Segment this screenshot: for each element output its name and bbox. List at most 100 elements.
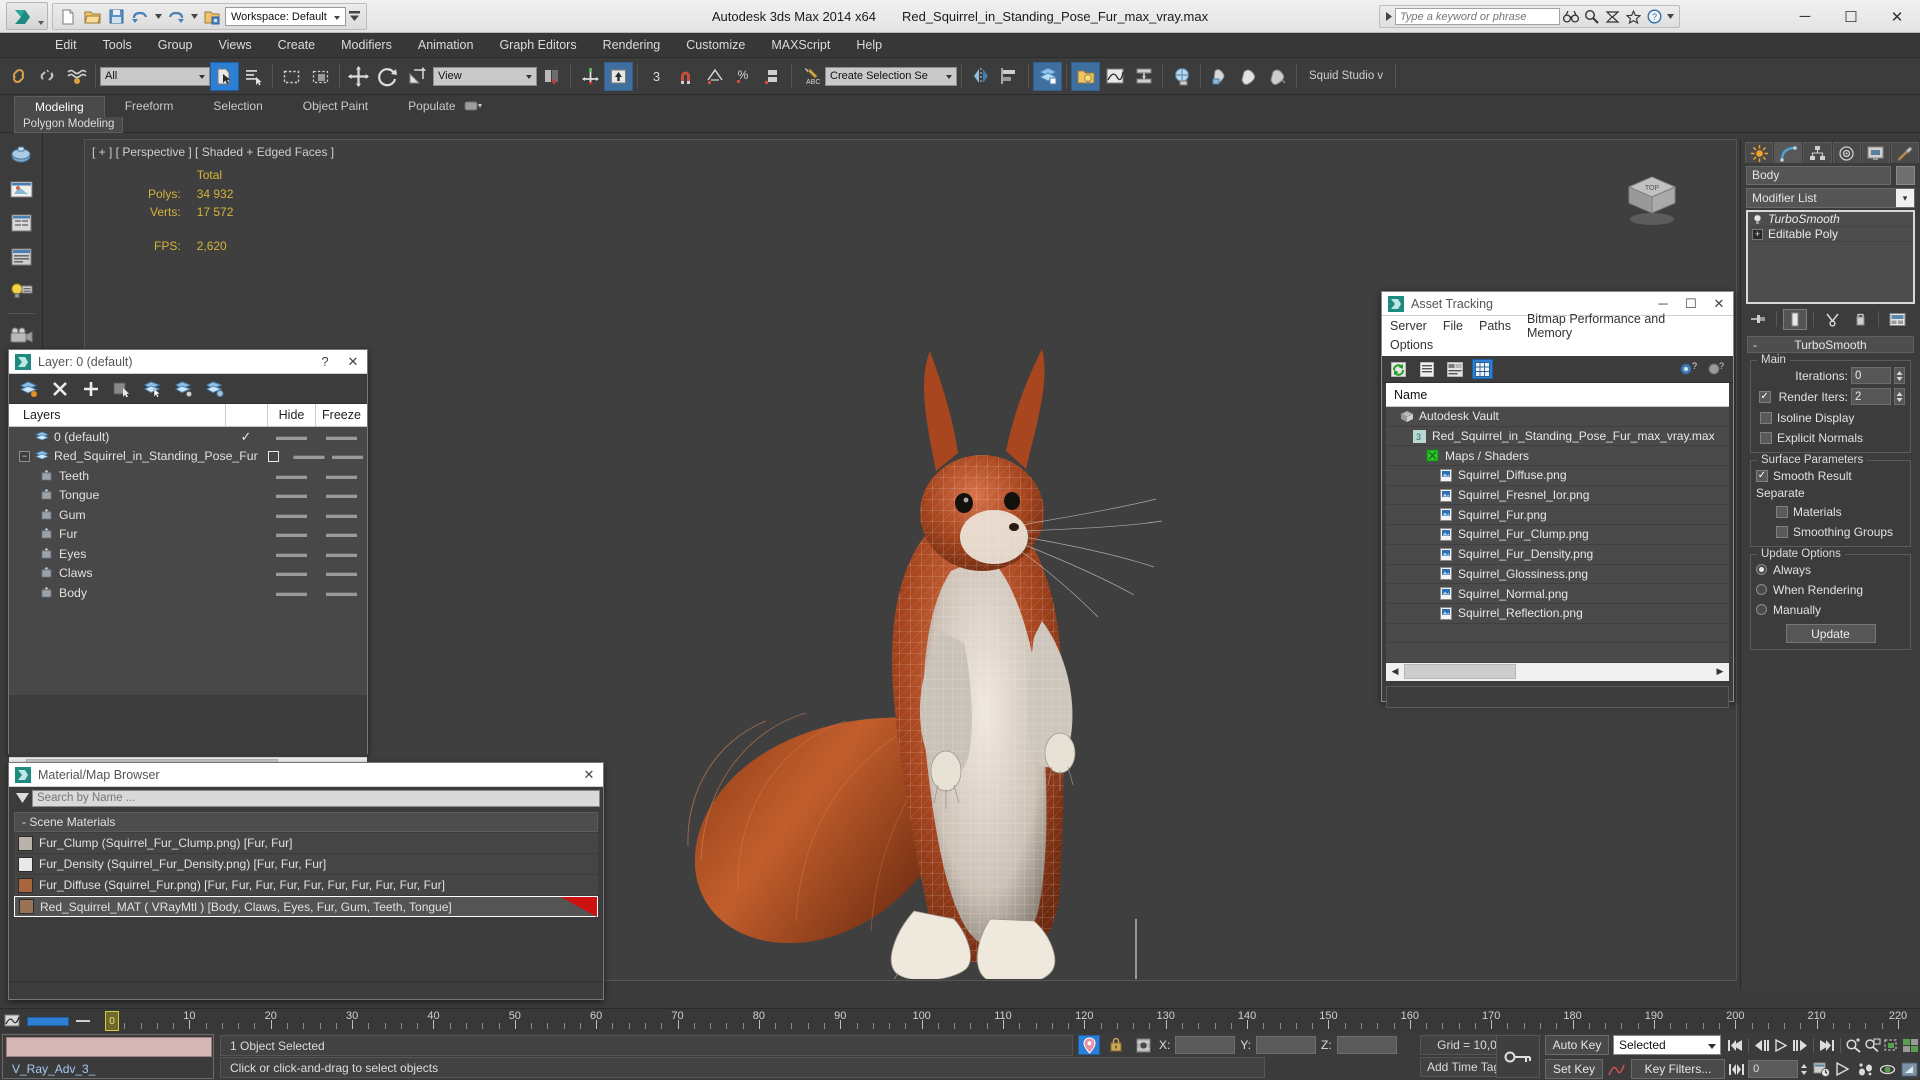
redo-dropdown[interactable] <box>189 6 199 27</box>
reactor-create-rigid-body-icon[interactable] <box>4 139 38 171</box>
maxscript-mini-listener[interactable]: V_Ray_Adv_3_ <box>2 1034 214 1079</box>
zoom-all-icon[interactable] <box>1864 1035 1882 1056</box>
menu-item-animation[interactable]: Animation <box>405 33 487 58</box>
asset-row[interactable]: 3 Red_Squirrel_in_Standing_Pose_Fur_max_v… <box>1386 427 1729 447</box>
save-file-button[interactable] <box>105 6 127 27</box>
expander-icon[interactable]: + <box>1752 228 1763 240</box>
curve-editor-button[interactable] <box>1100 62 1129 91</box>
material-list-item[interactable]: Fur_Diffuse (Squirrel_Fur.png) [Fur, Fur… <box>14 875 598 896</box>
layer-row[interactable]: Body ▬▬▬ ▬▬▬ <box>9 583 367 603</box>
project-folder-button[interactable] <box>201 6 223 27</box>
key-mode-combo[interactable]: Selected <box>1613 1035 1721 1055</box>
material-list-item[interactable]: Red_Squirrel_MAT ( VRayMtl ) [Body, Claw… <box>14 896 598 917</box>
object-name-field[interactable]: Body <box>1746 165 1891 185</box>
viewport-label[interactable]: [ + ] [ Perspective ] [ Shaded + Edged F… <box>92 145 334 159</box>
add-selection-to-layer-icon[interactable] <box>81 379 101 399</box>
update-options-radio-list[interactable]: Always When Rendering Manually <box>1756 561 1905 618</box>
select-object-button[interactable] <box>210 61 239 91</box>
play-animation-icon[interactable] <box>1772 1035 1790 1056</box>
ribbon-tab-selection[interactable]: Selection <box>193 96 282 117</box>
layer-name-cell[interactable]: Eyes <box>9 547 225 561</box>
grid-view-icon[interactable] <box>1472 359 1493 379</box>
column-layers[interactable]: Layers <box>9 408 225 422</box>
help-icon[interactable]: ? <box>1644 6 1665 27</box>
layer-name-cell[interactable]: Claws <box>9 566 225 580</box>
layer-visibility-toggle[interactable] <box>258 450 290 462</box>
layer-freeze-cell[interactable]: ▬▬▬ <box>315 431 367 443</box>
x-field[interactable] <box>1175 1036 1236 1054</box>
spinner-snap-toggle-button[interactable] <box>758 62 787 91</box>
select-and-move-button[interactable] <box>344 62 373 91</box>
render-iters-checkbox[interactable]: ✓ <box>1758 390 1771 403</box>
turbosmooth-rollout-header[interactable]: - TurboSmooth <box>1747 336 1914 353</box>
layer-row[interactable]: Teeth ▬▬▬ ▬▬▬ <box>9 466 367 486</box>
menu-item-edit[interactable]: Edit <box>42 33 90 58</box>
align-button[interactable] <box>995 62 1024 91</box>
next-frame-icon[interactable] <box>1791 1035 1809 1056</box>
material-list[interactable]: Fur_Clump (Squirrel_Fur_Clump.png) [Fur,… <box>14 833 598 917</box>
menu-item-maxscript[interactable]: MAXScript <box>758 33 843 58</box>
layer-name-cell[interactable]: Teeth <box>9 469 225 483</box>
create-new-layer-icon[interactable] <box>19 379 39 399</box>
tab-utilities[interactable] <box>1890 142 1920 163</box>
asset-row[interactable]: Squirrel_Glossiness.png <box>1386 565 1729 585</box>
asset-row-list[interactable]: Autodesk Vault 3 Red_Squirrel_in_Standing_… <box>1386 407 1729 663</box>
asset-menu-server[interactable]: Server <box>1390 319 1443 333</box>
smooth-result-checkbox[interactable]: ✓ <box>1756 469 1768 482</box>
set-key-curve-icon[interactable] <box>1607 1059 1627 1079</box>
layer-name-cell[interactable]: 0 (default) <box>9 430 225 444</box>
smoothing-groups-row[interactable]: Smoothing Groups <box>1756 523 1905 540</box>
materials-checkbox[interactable] <box>1776 505 1788 518</box>
mirror-button[interactable] <box>966 62 995 91</box>
ribbon-tab-object-paint[interactable]: Object Paint <box>283 96 388 117</box>
subscription-icon[interactable] <box>1602 6 1623 27</box>
reactor-cloth-icon[interactable] <box>4 173 38 205</box>
remove-modifier-icon[interactable] <box>1848 309 1872 330</box>
y-field[interactable] <box>1256 1036 1317 1054</box>
layer-hide-cell[interactable]: ▬▬▬ <box>267 431 315 443</box>
menu-item-group[interactable]: Group <box>145 33 206 58</box>
magnifier-icon[interactable] <box>1581 6 1602 27</box>
absolute-relative-toggle-icon[interactable] <box>1078 1035 1100 1055</box>
track-range-indicator[interactable] <box>27 1016 69 1026</box>
asset-menu-bitmap-performance-and-memory[interactable]: Bitmap Performance and Memory <box>1527 312 1725 340</box>
menu-item-help[interactable]: Help <box>843 33 895 58</box>
modifier-stack[interactable]: TurboSmooth + Editable Poly <box>1746 210 1915 304</box>
go-to-start-icon[interactable] <box>1726 1035 1744 1056</box>
schematic-view-button[interactable] <box>1129 62 1158 91</box>
radio-button[interactable] <box>1756 564 1767 575</box>
material-editor-button[interactable] <box>1167 62 1196 91</box>
scroll-thumb[interactable] <box>1404 663 1516 679</box>
layer-freeze-cell[interactable]: ▬▬▬ <box>315 470 367 482</box>
tab-modify[interactable] <box>1774 142 1803 163</box>
material-list-item[interactable]: Fur_Density (Squirrel_Fur_Density.png) [… <box>14 854 598 875</box>
edit-named-selection-sets-button[interactable]: ABC <box>796 62 825 91</box>
iterations-value[interactable]: 0 <box>1851 367 1891 384</box>
layer-settings-icon[interactable] <box>205 379 225 399</box>
layer-hide-cell[interactable]: ▬▬▬ <box>267 470 315 482</box>
asset-row[interactable]: Squirrel_Fur.png <box>1386 505 1729 526</box>
maximize-button[interactable]: ☐ <box>1828 0 1874 33</box>
smooth-result-row[interactable]: ✓ Smooth Result <box>1756 467 1905 484</box>
rectangular-selection-region-button[interactable] <box>277 62 306 91</box>
isolate-selection-icon[interactable] <box>1132 1035 1154 1055</box>
make-unique-icon[interactable] <box>1820 309 1844 330</box>
isoline-display-row[interactable]: Isoline Display <box>1756 409 1905 426</box>
isoline-display-checkbox[interactable] <box>1760 411 1772 424</box>
layer-name-cell[interactable]: − Red_Squirrel_in_Standing_Pose_Fur <box>9 449 258 463</box>
select-and-rotate-button[interactable] <box>373 62 402 91</box>
update-option-always[interactable]: Always <box>1756 561 1905 578</box>
asset-row[interactable]: Maps / Shaders <box>1386 446 1729 467</box>
help-dropdown-icon[interactable] <box>1665 6 1676 27</box>
auto-key-button[interactable]: Auto Key <box>1545 1035 1609 1055</box>
layer-hide-cell[interactable]: ▬▬▬ <box>267 587 315 599</box>
z-field[interactable] <box>1336 1036 1397 1054</box>
key-mode-toggle-button[interactable] <box>1496 1035 1540 1078</box>
refresh-icon[interactable] <box>1388 359 1409 379</box>
asset-tracking-window[interactable]: Asset Tracking ─ ☐ ✕ Server File Paths Bitm… <box>1381 291 1734 708</box>
time-configuration-icon[interactable] <box>1811 1059 1832 1080</box>
paths-view-icon[interactable] <box>1444 359 1465 379</box>
materials-row[interactable]: Materials <box>1756 503 1905 520</box>
select-highlighted-objects-icon[interactable] <box>143 379 163 399</box>
layer-row[interactable]: Eyes ▬▬▬ ▬▬▬ <box>9 544 367 564</box>
